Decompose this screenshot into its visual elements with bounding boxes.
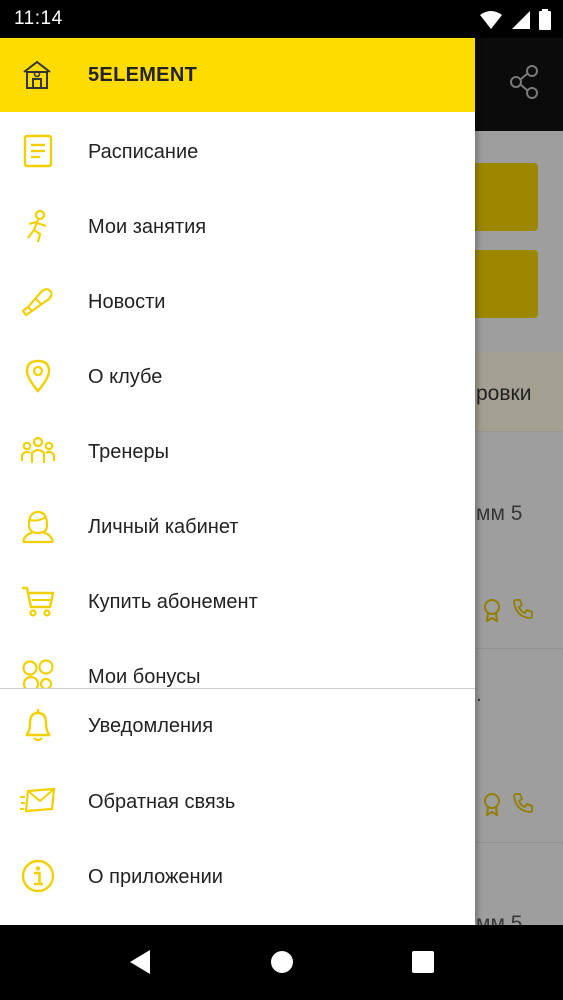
menu-item-about-app[interactable]: О приложении xyxy=(0,839,475,914)
menu-item-label: Расписание xyxy=(88,141,199,163)
running-person-icon xyxy=(27,209,47,243)
recents-icon[interactable] xyxy=(411,949,435,975)
cart-icon xyxy=(22,586,55,617)
menu-item-label: Новости xyxy=(88,291,166,313)
menu-item-label: Мои занятия xyxy=(88,216,207,238)
home-circle-icon[interactable] xyxy=(270,949,294,975)
status-time: 11:14 xyxy=(14,8,63,29)
menu-item-label: Купить абонемент xyxy=(88,591,258,613)
megaphone-icon xyxy=(21,288,53,317)
menu-item-buy-membership[interactable]: Купить абонемент xyxy=(0,564,475,639)
menu-item-my-classes[interactable]: Мои занятия xyxy=(0,189,475,264)
drawer-header[interactable]: 5ELEMENT xyxy=(0,38,475,112)
schedule-icon xyxy=(23,134,53,168)
menu-item-schedule[interactable]: Расписание xyxy=(0,114,475,189)
menu-item-label: О клубе xyxy=(88,366,163,388)
status-icons xyxy=(479,9,551,30)
feedback-envelope-icon xyxy=(20,787,56,813)
menu-item-feedback[interactable]: Обратная связь xyxy=(0,764,475,839)
menu-item-about-club[interactable]: О клубе xyxy=(0,339,475,414)
battery-icon xyxy=(539,9,551,30)
navigation-drawer: 5ELEMENT Расписание Мои занятия Новости xyxy=(0,38,475,925)
menu-item-trainers[interactable]: Тренеры xyxy=(0,414,475,489)
menu-item-label: Обратная связь xyxy=(88,791,236,813)
person-icon xyxy=(21,510,55,544)
info-icon xyxy=(21,859,55,893)
system-nav-bar xyxy=(0,925,563,1000)
menu-item-notifications[interactable]: Уведомления xyxy=(0,689,475,764)
wifi-icon xyxy=(480,10,502,29)
menu-item-label: Мои бонусы xyxy=(88,666,201,688)
menu-item-news[interactable]: Новости xyxy=(0,264,475,339)
home-icon xyxy=(23,60,51,89)
menu-item-label: Тренеры xyxy=(88,441,170,463)
menu-item-label: Личный кабинет xyxy=(88,516,239,538)
bell-icon xyxy=(25,709,51,742)
menu-item-label: О приложении xyxy=(88,866,223,888)
location-pin-icon xyxy=(25,359,51,393)
menu-item-label: Уведомления xyxy=(88,715,214,737)
group-icon xyxy=(20,436,56,463)
drawer-title: 5ELEMENT xyxy=(88,64,198,86)
menu-item-personal-account[interactable]: Личный кабинет xyxy=(0,489,475,564)
signal-icon xyxy=(512,10,530,29)
back-icon[interactable] xyxy=(128,949,152,975)
status-bar: 11:14 xyxy=(0,0,563,38)
